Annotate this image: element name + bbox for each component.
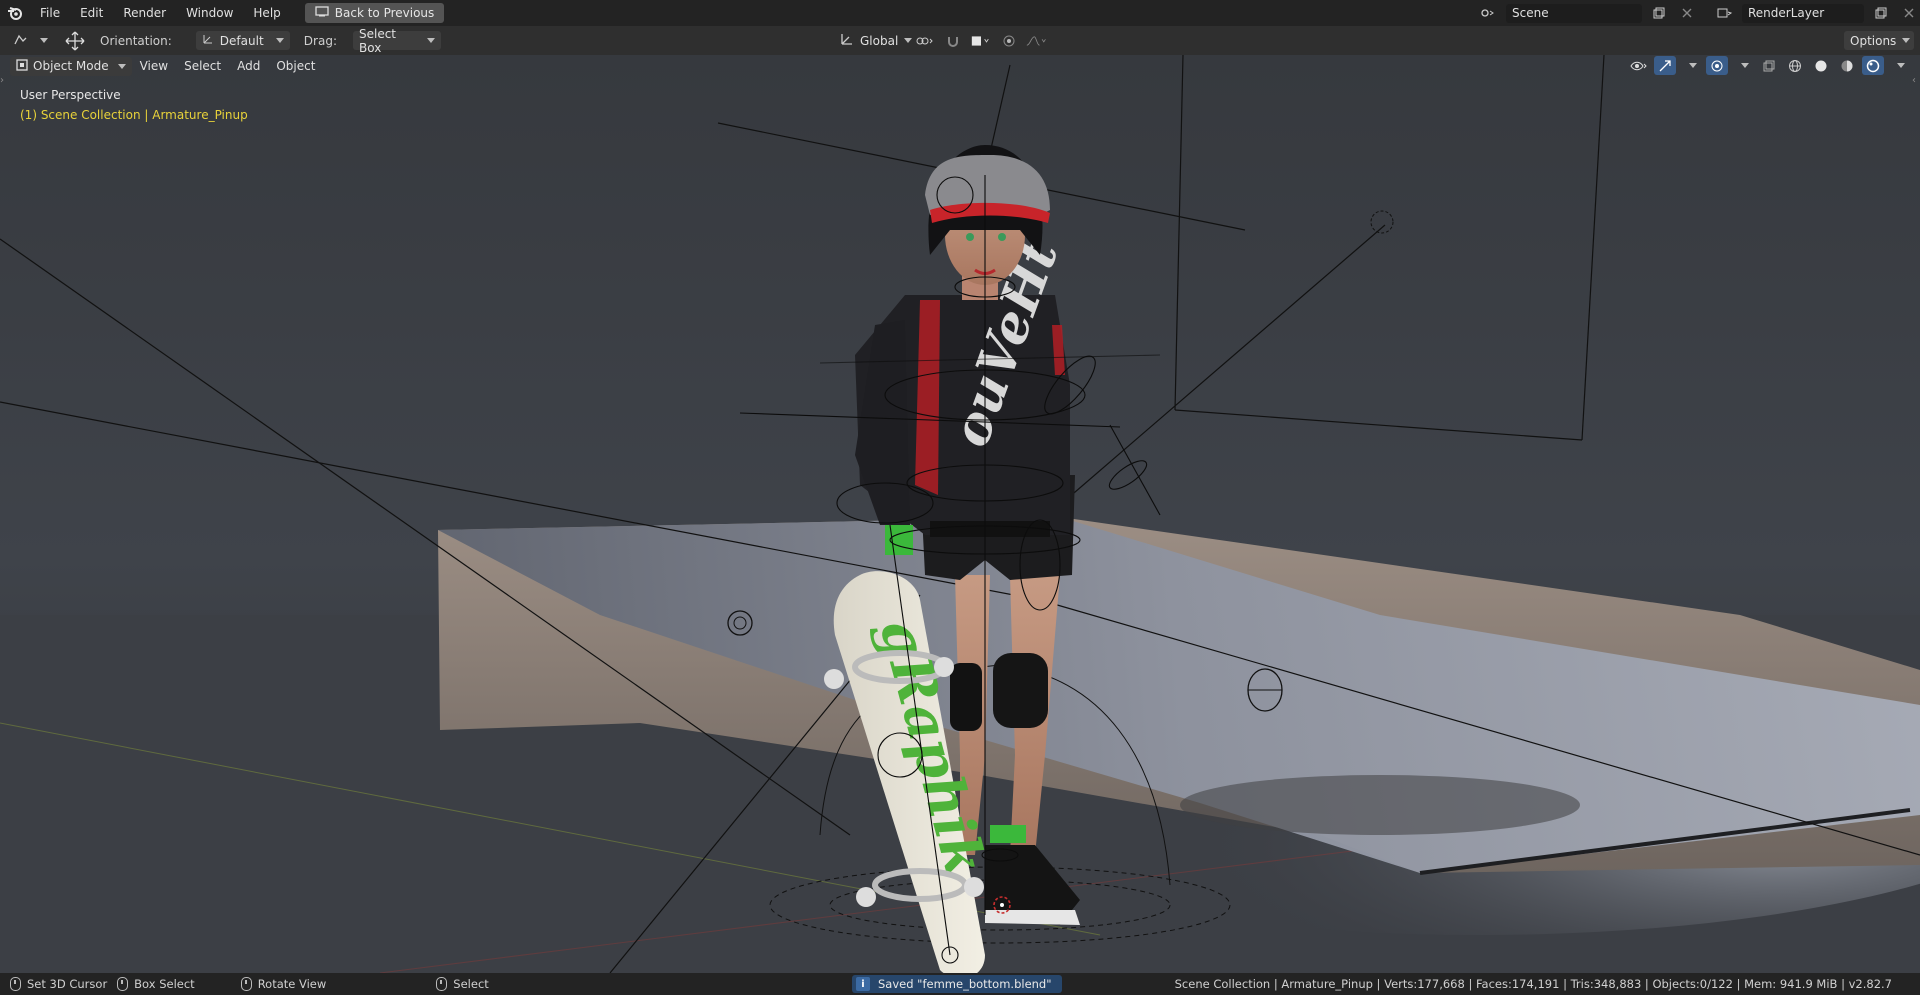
delete-view-layer-icon[interactable] [1898, 4, 1920, 23]
select-menu[interactable]: Select [176, 59, 229, 73]
ramp-shadow [1180, 775, 1580, 835]
solid-shading-icon[interactable] [1810, 56, 1832, 75]
screen-icon [315, 6, 329, 20]
3d-viewport[interactable]: ouVeHt gRaphik User Perspective (1) Scen… [0, 55, 1920, 973]
front-wheel-left [824, 669, 844, 689]
rendered-shading-icon[interactable] [1862, 56, 1884, 75]
back-wheel-left [856, 887, 876, 907]
object-mode-label: Object Mode [33, 59, 109, 73]
object-mode-dropdown[interactable]: Object Mode [10, 56, 132, 76]
global-axis-icon [840, 32, 854, 49]
status-bar: Set 3D Cursor Box Select Rotate View Sel… [0, 973, 1920, 995]
status-set-3d-cursor-label: Set 3D Cursor [27, 977, 108, 991]
menu-window[interactable]: Window [176, 0, 243, 26]
status-select: Select [436, 977, 489, 991]
proportional-edit-icon[interactable] [998, 31, 1020, 50]
middle-mouse-icon [117, 977, 129, 991]
menu-help[interactable]: Help [243, 0, 290, 26]
drag-value: Select Box [358, 26, 397, 55]
options-dropdown[interactable]: Options [1844, 31, 1914, 50]
saved-report-message[interactable]: i Saved "femme_bottom.blend" [852, 975, 1062, 993]
axis-icon [202, 33, 214, 48]
tool-settings-header: Orientation: Default Drag: Select Box Gl… [0, 26, 1920, 56]
top-menu-bar: File Edit Render Window Help Back to Pre… [0, 0, 1920, 26]
snap-element-icon[interactable] [970, 31, 992, 50]
viewport-scene[interactable]: ouVeHt gRaphik [0, 55, 1920, 973]
orientation-value: Default [219, 33, 264, 48]
overlays-dropdown-icon[interactable] [1732, 56, 1754, 75]
right-mouse-icon [436, 977, 448, 991]
info-icon: i [856, 977, 870, 991]
3d-cursor-center [1000, 903, 1004, 907]
object-menu[interactable]: Object [268, 59, 323, 73]
viewport-shading-controls [1628, 56, 1910, 75]
gizmo-dropdown-icon[interactable] [1680, 56, 1702, 75]
middle-mouse-drag-icon [240, 977, 252, 991]
saved-message-text: Saved "femme_bottom.blend" [878, 977, 1052, 991]
view-menu[interactable]: View [132, 59, 176, 73]
scene-statistics: Scene Collection | Armature_Pinup | Vert… [1174, 977, 1892, 991]
scene-selector-icon[interactable] [1478, 4, 1500, 23]
drag-dropdown[interactable]: Select Box [352, 27, 441, 55]
back-to-previous-label: Back to Previous [334, 6, 435, 20]
green-sock [990, 825, 1026, 843]
new-scene-icon[interactable] [1648, 4, 1670, 23]
editor-type-button[interactable] [8, 31, 54, 50]
orientation-label: Orientation: [100, 33, 172, 48]
pivot-point-icon[interactable] [914, 31, 936, 50]
falloff-curve-icon[interactable] [1026, 31, 1048, 50]
shading-dropdown-icon[interactable] [1888, 56, 1910, 75]
transform-controls: Global [834, 31, 1048, 50]
blender-logo-icon[interactable] [0, 0, 30, 26]
visibility-eye-icon[interactable] [1628, 56, 1650, 75]
menu-edit[interactable]: Edit [70, 0, 113, 26]
status-set-3d-cursor: Set 3D Cursor [10, 977, 107, 991]
back-to-previous-button[interactable]: Back to Previous [304, 3, 445, 23]
editor-type-icon [14, 33, 30, 48]
active-collection-label: (1) Scene Collection | Armature_Pinup [20, 108, 248, 122]
status-select-label: Select [453, 977, 489, 991]
overlays-toggle-icon[interactable] [1706, 56, 1728, 75]
status-box-select-label: Box Select [134, 977, 195, 991]
scene-name: Scene [1512, 6, 1549, 20]
toolbar-expand-arrow-icon[interactable]: › [0, 75, 8, 89]
top-right-controls: Scene RenderLayer [1478, 0, 1920, 26]
render-layer-name: RenderLayer [1748, 6, 1825, 20]
green-glove [885, 525, 913, 555]
blender-window: File Edit Render Window Help Back to Pre… [0, 0, 1920, 995]
move-tool-icon[interactable] [64, 31, 86, 50]
xray-toggle-icon[interactable] [1758, 56, 1780, 75]
object-mode-icon [16, 58, 28, 74]
delete-scene-icon[interactable] [1676, 4, 1698, 23]
menu-file[interactable]: File [30, 0, 70, 26]
view-perspective-label: User Perspective [20, 88, 121, 102]
transform-space-value: Global [860, 33, 899, 48]
render-layer-field[interactable]: RenderLayer [1742, 3, 1864, 23]
view-layer-selector-icon[interactable] [1714, 4, 1736, 23]
right-eye [998, 233, 1006, 241]
status-box-select: Box Select [117, 977, 195, 991]
right-knee-pad [993, 653, 1048, 728]
left-eye [966, 233, 974, 241]
left-mouse-icon [10, 977, 21, 991]
status-rotate-view: Rotate View [240, 977, 327, 991]
status-rotate-view-label: Rotate View [257, 977, 327, 991]
snap-magnet-icon[interactable] [942, 31, 964, 50]
viewport-header: Object Mode View Select Add Object [0, 55, 1920, 77]
new-view-layer-icon[interactable] [1870, 4, 1892, 23]
wireframe-shading-icon[interactable] [1784, 56, 1806, 75]
material-shading-icon[interactable] [1836, 56, 1858, 75]
front-wheel-right [934, 657, 954, 677]
orientation-dropdown[interactable]: Default [195, 31, 290, 50]
add-menu[interactable]: Add [229, 59, 268, 73]
back-wheel-right [964, 877, 984, 897]
transform-orientation-dropdown[interactable]: Global [834, 31, 913, 50]
sidebar-expand-arrow-icon[interactable]: ‹ [1912, 75, 1920, 89]
drag-label: Drag: [303, 33, 337, 48]
scene-name-field[interactable]: Scene [1506, 3, 1642, 23]
options-label: Options [1850, 33, 1897, 48]
gizmo-toggle-icon[interactable] [1654, 56, 1676, 75]
menu-render[interactable]: Render [113, 0, 176, 26]
